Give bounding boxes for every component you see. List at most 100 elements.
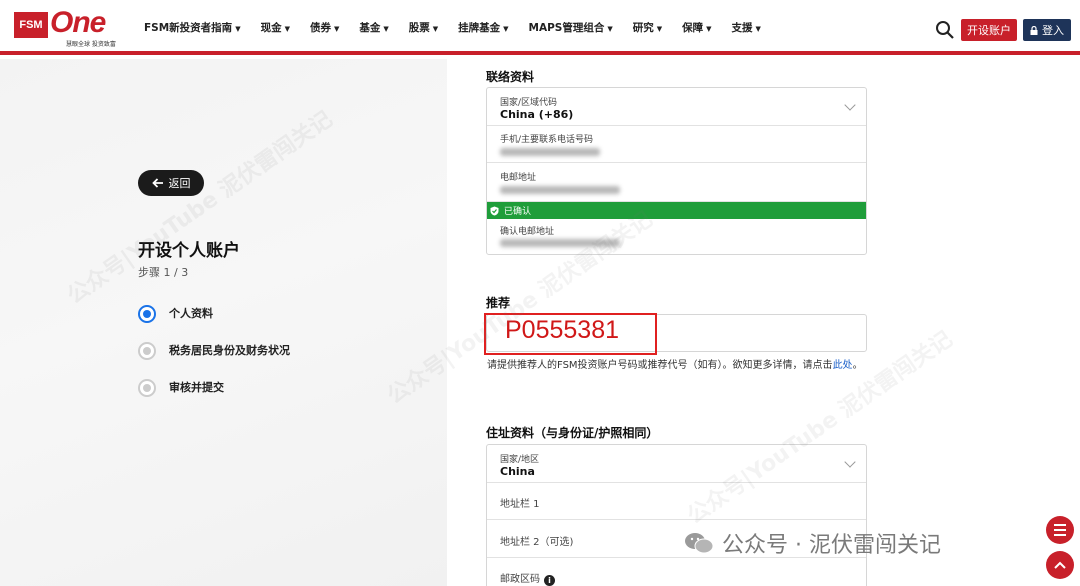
nav-item-funds[interactable]: 基金 ▼ xyxy=(359,20,388,35)
back-button[interactable]: 返回 xyxy=(138,170,204,196)
step-label: 税务居民身份及财务状况 xyxy=(169,344,290,357)
email-redacted-value xyxy=(500,186,620,194)
address-country-select[interactable]: 国家/地区 China xyxy=(487,445,866,483)
shield-check-icon xyxy=(490,206,499,215)
wechat-icon xyxy=(685,533,714,554)
login-label: 登入 xyxy=(1042,24,1064,37)
country-code-select[interactable]: 国家/区域代码 China (+86) xyxy=(487,88,866,126)
address-section-title: 住址资料（与身份证/护照相同） xyxy=(486,426,659,440)
email-label: 电邮地址 xyxy=(500,173,537,183)
nav-item-cash[interactable]: 现金 ▼ xyxy=(261,20,290,35)
page-title: 开设个人账户 xyxy=(138,241,240,261)
nav-label: FSM新投资者指南 xyxy=(144,22,233,34)
confirmed-label: 已确认 xyxy=(504,207,532,217)
fsm-one-logo[interactable]: FSM One 慧眼全球 投资致富 xyxy=(14,6,126,48)
contact-section-title: 联络资料 xyxy=(486,70,535,84)
nav-item-etf[interactable]: 挂牌基金 ▼ xyxy=(458,20,508,35)
arrow-left-icon xyxy=(151,178,163,188)
step-list: 个人资料 税务居民身份及财务状况 审核并提交 xyxy=(138,305,290,416)
nav-label: 现金 xyxy=(260,22,282,34)
step-radio-icon xyxy=(138,379,156,397)
step-label: 个人资料 xyxy=(169,307,213,320)
step-indicator: 步骤 1 / 3 xyxy=(138,266,189,279)
nav-label: 股票 xyxy=(408,22,430,34)
address-country-value: China xyxy=(500,465,535,478)
email-field[interactable]: 电邮地址 xyxy=(487,163,866,202)
chevron-down-icon xyxy=(844,456,856,468)
info-icon[interactable]: i xyxy=(544,575,555,586)
logo-badge: FSM xyxy=(14,12,48,38)
caret-down-icon: ▼ xyxy=(333,25,340,33)
chevron-down-icon xyxy=(844,99,856,111)
step-label: 审核并提交 xyxy=(169,381,224,394)
caret-down-icon: ▼ xyxy=(656,25,663,33)
phone-redacted-value xyxy=(500,148,600,156)
nav-item-maps[interactable]: MAPS管理组合 ▼ xyxy=(529,20,613,35)
address-line1-input[interactable]: 地址栏 1 xyxy=(487,483,866,520)
logo-tagline: 慧眼全球 投资致富 xyxy=(66,41,116,48)
watermark-text: 公众号 · 泥伏雷闯关记 xyxy=(722,533,941,558)
menu-line xyxy=(1054,534,1066,536)
postal-code-input[interactable]: 邮政区码 i xyxy=(487,558,866,586)
country-code-label: 国家/区域代码 xyxy=(500,98,558,108)
caret-down-icon: ▼ xyxy=(383,25,389,33)
menu-line xyxy=(1054,524,1066,526)
caret-down-icon: ▼ xyxy=(284,25,290,33)
confirm-email-field[interactable]: 确认电邮地址 xyxy=(487,219,866,255)
top-header: FSM One 慧眼全球 投资致富 FSM新投资者指南 ▼ 现金 ▼ 债券 ▼ 基金 ▼… xyxy=(0,0,1080,55)
search-icon[interactable] xyxy=(935,20,955,40)
nav-label: 债券 xyxy=(309,22,331,34)
help-text: 请提供推荐人的FSM投资账户号码或推荐代号（如有）。欲知更多详情，请点击 xyxy=(487,360,833,371)
main-nav: FSM新投资者指南 ▼ 现金 ▼ 债券 ▼ 基金 ▼ 股票 ▼ 挂牌基金 ▼ MAPS管理组… xyxy=(144,20,781,35)
contact-box: 国家/区域代码 China (+86) 手机/主要联系电话号码 电邮地址 已确认… xyxy=(486,87,867,255)
step-personal-info[interactable]: 个人资料 xyxy=(138,305,290,342)
menu-line xyxy=(1054,529,1066,531)
help-end: 。 xyxy=(852,360,863,371)
referral-help-text: 请提供推荐人的FSM投资账户号码或推荐代号（如有）。欲知更多详情，请点击此处。 xyxy=(487,359,872,372)
scroll-to-top-button[interactable] xyxy=(1046,551,1074,579)
open-account-button[interactable]: 开设账户 xyxy=(961,19,1017,41)
logo-wordmark: One xyxy=(50,6,106,39)
step-radio-icon xyxy=(138,305,156,323)
chevron-up-icon xyxy=(1054,561,1066,569)
nav-item-support[interactable]: 支援 ▼ xyxy=(732,20,761,35)
caret-down-icon: ▼ xyxy=(432,25,439,33)
caret-down-icon: ▼ xyxy=(706,25,712,33)
step-radio-icon xyxy=(138,342,156,360)
address-country-label: 国家/地区 xyxy=(500,455,540,465)
nav-item-bonds[interactable]: 债券 ▼ xyxy=(310,20,339,35)
step-review-submit[interactable]: 审核并提交 xyxy=(138,379,290,416)
address-line2-label: 地址栏 2（可选) xyxy=(500,537,574,548)
postal-code-label-wrap: 邮政区码 i xyxy=(500,570,555,586)
phone-label: 手机/主要联系电话号码 xyxy=(500,135,594,145)
back-label: 返回 xyxy=(168,177,191,190)
nav-label: 研究 xyxy=(632,22,654,34)
floating-menu-button[interactable] xyxy=(1046,516,1074,544)
address-box: 国家/地区 China 地址栏 1 地址栏 2（可选) 邮政区码 i xyxy=(486,444,867,586)
caret-down-icon: ▼ xyxy=(607,25,613,33)
lock-icon xyxy=(1030,25,1038,35)
help-link[interactable]: 此处 xyxy=(833,360,853,371)
nav-label: 挂牌基金 xyxy=(458,22,501,34)
confirm-email-label: 确认电邮地址 xyxy=(500,227,555,237)
caret-down-icon: ▼ xyxy=(235,25,241,33)
nav-label: MAPS管理组合 xyxy=(528,22,605,34)
login-button[interactable]: 登入 xyxy=(1023,19,1071,41)
country-code-value: China (+86) xyxy=(500,108,574,121)
referral-section-title: 推荐 xyxy=(486,296,511,310)
caret-down-icon: ▼ xyxy=(755,25,761,33)
nav-item-research[interactable]: 研究 ▼ xyxy=(633,20,662,35)
nav-label: 保障 xyxy=(682,22,704,34)
nav-item-stocks[interactable]: 股票 ▼ xyxy=(409,20,438,35)
nav-item-insurance[interactable]: 保障 ▼ xyxy=(682,20,711,35)
nav-label: 基金 xyxy=(359,22,381,34)
nav-label: 支援 xyxy=(731,22,753,34)
confirm-email-redacted-value xyxy=(500,239,620,247)
postal-code-label: 邮政区码 xyxy=(500,574,540,585)
watermark-footer: 公众号 · 泥伏雷闯关记 xyxy=(684,527,941,559)
step-tax-residency[interactable]: 税务居民身份及财务状况 xyxy=(138,342,290,379)
phone-field[interactable]: 手机/主要联系电话号码 xyxy=(487,126,866,163)
nav-item-guide[interactable]: FSM新投资者指南 ▼ xyxy=(144,20,241,35)
email-confirmed-banner: 已确认 xyxy=(487,202,866,219)
caret-down-icon: ▼ xyxy=(503,25,509,33)
